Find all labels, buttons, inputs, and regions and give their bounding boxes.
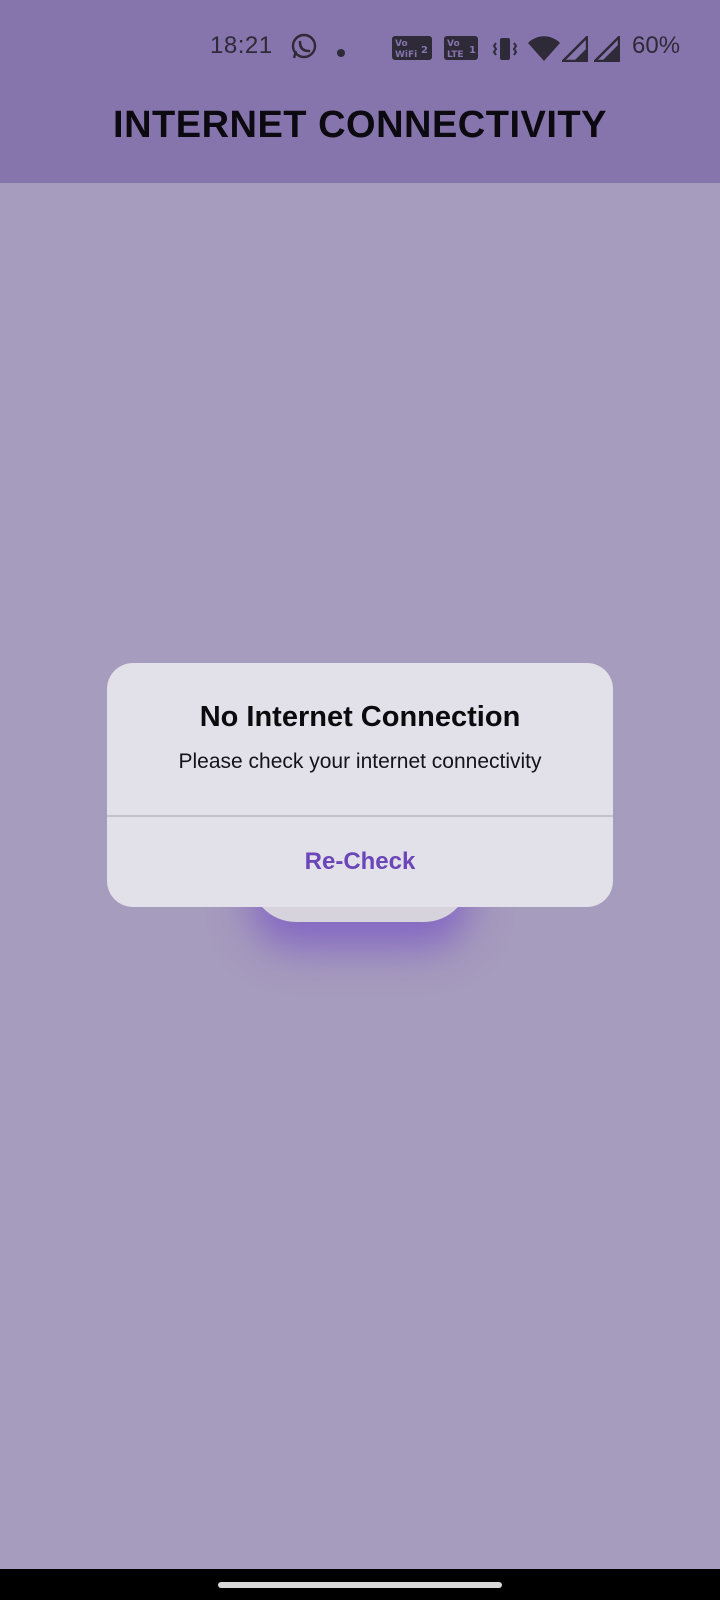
volte-icon: Vo LTE 1 xyxy=(444,36,478,65)
battery-percentage: 60% xyxy=(632,32,681,59)
status-bar: 18:21 Vo WiFi 2 Vo LTE 1 60% xyxy=(0,0,720,96)
vibrate-icon xyxy=(492,36,518,67)
svg-text:Vo: Vo xyxy=(395,39,408,49)
svg-text:2: 2 xyxy=(421,45,428,56)
dialog-title: No Internet Connection xyxy=(199,701,521,733)
wifi-icon xyxy=(528,36,560,67)
home-gesture-handle[interactable] xyxy=(218,1582,502,1588)
svg-text:1: 1 xyxy=(469,45,476,56)
whatsapp-icon xyxy=(290,33,318,66)
page-title: INTERNET CONNECTIVITY xyxy=(113,104,607,146)
no-internet-dialog: No Internet Connection Please check your… xyxy=(107,663,613,907)
vowifi-icon: Vo WiFi 2 xyxy=(392,36,432,65)
recheck-button[interactable]: Re-Check xyxy=(107,817,613,907)
svg-text:LTE: LTE xyxy=(447,50,464,60)
status-time: 18:21 xyxy=(210,32,273,59)
svg-text:WiFi: WiFi xyxy=(395,50,417,60)
signal-icon xyxy=(592,34,621,67)
app-bar: 18:21 Vo WiFi 2 Vo LTE 1 60% INTERNET CO… xyxy=(0,0,720,183)
dialog-message: Please check your internet connectivity xyxy=(178,750,542,773)
system-nav-bar xyxy=(0,1569,720,1600)
dot-icon xyxy=(337,44,345,62)
signal-icon xyxy=(560,34,589,67)
svg-text:Vo: Vo xyxy=(447,39,460,49)
